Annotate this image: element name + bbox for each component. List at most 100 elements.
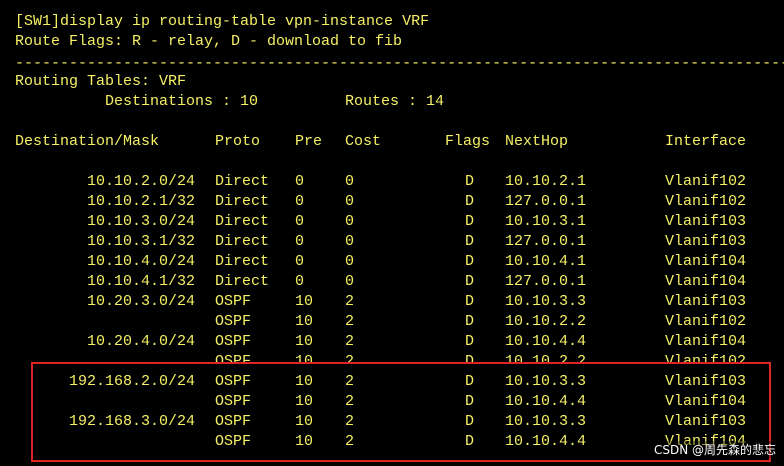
cell-flag: D	[465, 333, 475, 350]
cell-pre: 0	[295, 213, 305, 230]
table-row: OSPF 10 2 D 10.10.2.2 Vlanif102	[0, 312, 784, 332]
cell-flag: D	[465, 293, 475, 310]
cell-pre: 10	[295, 333, 314, 350]
cell-destination: 10.10.4.1/32	[86, 273, 195, 290]
table-row: 192.168.3.0/24 OSPF 10 2 D 10.10.3.3 Vlanif103	[0, 412, 784, 432]
cell-nexthop: 10.10.3.3	[505, 413, 587, 430]
cell-proto: Direct	[215, 253, 270, 270]
cell-proto: Direct	[215, 213, 270, 230]
cell-destination: 192.168.2.0/24	[68, 373, 195, 390]
watermark: CSDN @周先森的悲忘	[651, 441, 778, 458]
cell-cost: 0	[345, 273, 355, 290]
cell-cost: 0	[345, 253, 355, 270]
cell-flag: D	[465, 393, 475, 410]
cell-destination: 10.10.2.1/32	[86, 193, 195, 210]
column-cost: Cost	[345, 133, 382, 150]
cell-nexthop: 10.10.4.4	[505, 433, 587, 450]
cell-interface: Vlanif103	[665, 213, 747, 230]
cell-flag: D	[465, 213, 475, 230]
cell-cost: 2	[345, 313, 355, 330]
table-header: Destination/Mask Proto Pre Cost Flags Ne…	[0, 132, 784, 152]
routing-tables-title: Routing Tables: VRF	[15, 73, 187, 90]
column-flags: Flags	[445, 133, 491, 150]
cell-nexthop: 10.10.3.1	[505, 213, 587, 230]
cell-cost: 2	[345, 393, 355, 410]
cell-cost: 0	[345, 233, 355, 250]
table-row: 10.20.4.0/24 OSPF 10 2 D 10.10.4.4 Vlanif104	[0, 332, 784, 352]
cell-destination: 192.168.3.0/24	[68, 413, 195, 430]
cell-proto: OSPF	[215, 373, 252, 390]
cell-cost: 2	[345, 433, 355, 450]
cell-pre: 0	[295, 233, 305, 250]
cell-interface: Vlanif103	[665, 373, 747, 390]
cell-pre: 0	[295, 273, 305, 290]
cell-proto: OSPF	[215, 313, 252, 330]
cell-flag: D	[465, 233, 475, 250]
cell-interface: Vlanif104	[665, 253, 747, 270]
cell-cost: 0	[345, 213, 355, 230]
cell-nexthop: 127.0.0.1	[505, 273, 587, 290]
cell-proto: Direct	[215, 193, 270, 210]
cell-interface: Vlanif104	[665, 273, 747, 290]
cell-flag: D	[465, 353, 475, 362]
cell-cost: 2	[345, 333, 355, 350]
table-row: 10.10.4.0/24 Direct 0 0 D 10.10.4.1 Vlanif104	[0, 252, 784, 272]
cell-interface: Vlanif103	[665, 413, 747, 430]
cell-cost: 0	[345, 193, 355, 210]
cell-interface: Vlanif103	[665, 233, 747, 250]
cell-interface: Vlanif102	[665, 353, 747, 362]
cell-flag: D	[465, 193, 475, 210]
cell-interface: Vlanif102	[665, 193, 747, 210]
cell-pre: 10	[295, 313, 314, 330]
table-row: 10.10.3.1/32 Direct 0 0 D 127.0.0.1 Vlanif103	[0, 232, 784, 252]
table-row: OSPF 10 2 D 10.10.4.4 Vlanif104	[0, 392, 784, 412]
cell-pre: 10	[295, 413, 314, 430]
cell-destination: 10.10.2.0/24	[86, 173, 195, 190]
cell-cost: 2	[345, 413, 355, 430]
table-row: 10.10.4.1/32 Direct 0 0 D 127.0.0.1 Vlanif104	[0, 272, 784, 292]
cell-destination: 10.10.4.0/24	[86, 253, 195, 270]
cell-nexthop: 10.10.4.1	[505, 253, 587, 270]
column-destination: Destination/Mask	[15, 133, 160, 150]
cell-pre: 0	[295, 193, 305, 210]
table-row: 10.10.2.0/24 Direct 0 0 D 10.10.2.1 Vlanif102	[0, 172, 784, 192]
cell-pre: 10	[295, 293, 314, 310]
column-pre: Pre	[295, 133, 323, 150]
cell-nexthop: 10.10.2.2	[505, 353, 587, 362]
cell-destination: 10.20.4.0/24	[86, 333, 195, 350]
cell-interface: Vlanif104	[665, 393, 747, 410]
cell-nexthop: 10.10.2.1	[505, 173, 587, 190]
cell-nexthop: 10.10.4.4	[505, 393, 587, 410]
cell-interface: Vlanif102	[665, 313, 747, 330]
cell-proto: Direct	[215, 233, 270, 250]
cell-flag: D	[465, 373, 475, 390]
cell-interface: Vlanif103	[665, 293, 747, 310]
cell-proto: OSPF	[215, 333, 252, 350]
cell-nexthop: 10.10.4.4	[505, 333, 587, 350]
table-row: 10.10.3.0/24 Direct 0 0 D 10.10.3.1 Vlanif103	[0, 212, 784, 232]
cell-pre: 10	[295, 373, 314, 390]
cell-proto: OSPF	[215, 293, 252, 310]
cell-flag: D	[465, 253, 475, 270]
destinations-count: Destinations : 10	[105, 93, 259, 110]
table-row: 10.10.2.1/32 Direct 0 0 D 127.0.0.1 Vlanif102	[0, 192, 784, 212]
cell-cost: 2	[345, 353, 355, 362]
cell-destination: 10.20.3.0/24	[86, 293, 195, 310]
cell-proto: OSPF	[215, 353, 252, 362]
cell-proto: OSPF	[215, 413, 252, 430]
column-proto: Proto	[215, 133, 261, 150]
cell-flag: D	[465, 433, 475, 450]
column-interface: Interface	[665, 133, 747, 150]
cell-nexthop: 10.10.3.3	[505, 373, 587, 390]
cell-nexthop: 10.10.2.2	[505, 313, 587, 330]
cell-flag: D	[465, 313, 475, 330]
command-line: [SW1]display ip routing-table vpn-instan…	[15, 13, 430, 30]
cell-cost: 0	[345, 173, 355, 190]
route-flags-legend: Route Flags: R - relay, D - download to …	[15, 33, 403, 50]
table-row: OSPF 10 2 D 10.10.2.2 Vlanif102	[0, 352, 784, 362]
routes-count: Routes : 14	[345, 93, 445, 110]
cell-interface: Vlanif102	[665, 173, 747, 190]
cell-cost: 2	[345, 373, 355, 390]
cell-proto: Direct	[215, 173, 270, 190]
cell-pre: 0	[295, 173, 305, 190]
